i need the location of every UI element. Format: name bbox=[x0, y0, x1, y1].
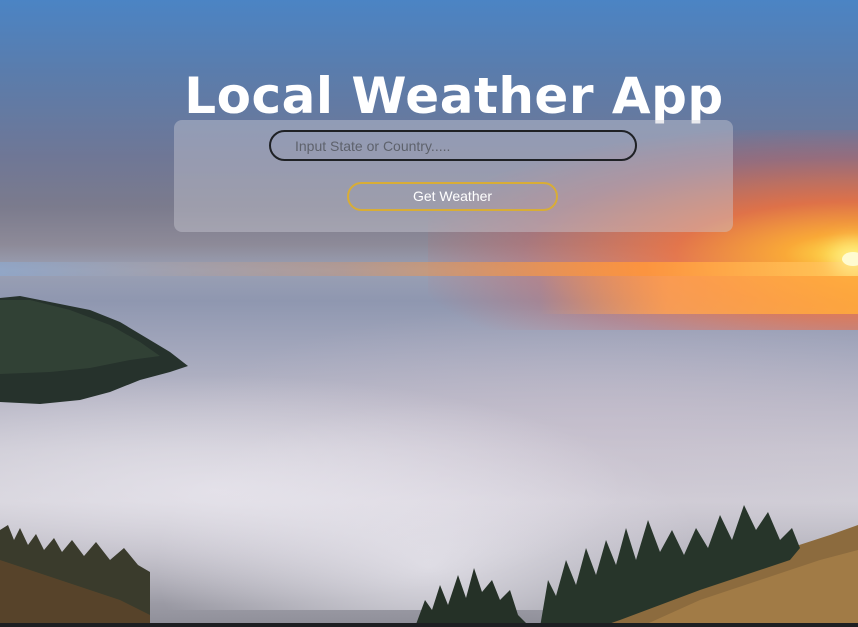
get-weather-button[interactable]: Get Weather bbox=[347, 182, 558, 211]
bottom-edge-bar bbox=[0, 623, 858, 627]
search-panel: Get Weather bbox=[174, 120, 733, 232]
location-search-input[interactable] bbox=[269, 130, 637, 161]
